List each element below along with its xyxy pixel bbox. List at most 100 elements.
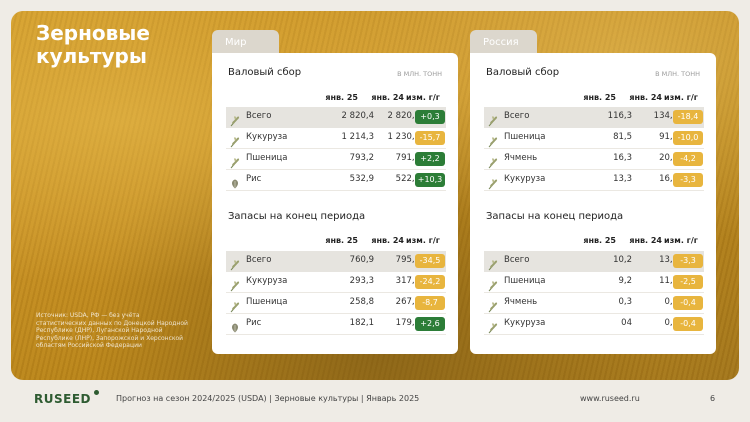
rice-icon: [229, 175, 241, 189]
table-row: Рис 532,9 522,6 +10,3: [226, 170, 446, 191]
change-badge: -18,4: [673, 110, 703, 124]
russia-gross-unit: В МЛН. ТОНН: [655, 70, 700, 78]
world-gross-title: Валовый сбор: [228, 67, 302, 78]
russia-stocks-title: Запасы на конец периода: [486, 211, 624, 222]
table-row: Рис 182,1 179,5 +2,6: [226, 314, 446, 335]
table-row: Пшеница 9,2 11,7 -2,5: [484, 272, 704, 293]
value-jan24: 1 230,0: [387, 132, 420, 142]
value-jan24: 795,4: [395, 255, 420, 265]
value-jan25: 1 214,3: [341, 132, 374, 142]
page-number: 6: [710, 394, 716, 403]
row-label: Пшеница: [504, 132, 546, 142]
table-row: Пшеница 258,8 267,5 -8,7: [226, 293, 446, 314]
value-jan25: 81,5: [613, 132, 632, 142]
footer: RUSEED Прогноз на сезон 2024/2025 (USDA)…: [0, 390, 750, 408]
table-row: Кукуруза 13,3 16,6 -3,3: [484, 170, 704, 191]
page-title-line2: культуры: [36, 44, 147, 68]
russia-card: Валовый сбор В МЛН. ТОНН янв. 25 янв. 24…: [470, 53, 716, 354]
value-jan24: 20,5: [659, 153, 678, 163]
value-jan24: 2 820,1: [387, 111, 420, 121]
wheat-icon: [229, 256, 241, 271]
logo-mark-icon: [94, 390, 99, 395]
wheat-icon: [487, 112, 499, 127]
value-jan24: 16,6: [659, 174, 678, 184]
value-jan25: 16,3: [613, 153, 632, 163]
change-badge: +2,2: [415, 152, 445, 166]
wheat-icon: [229, 277, 241, 292]
value-jan24: 267,5: [395, 297, 420, 307]
table-row: Кукуруза 1 214,3 1 230,0 -15,7: [226, 128, 446, 149]
source-note: Источник: USDA, РФ — без учёта статистич…: [36, 312, 188, 349]
value-jan25: 532,9: [349, 174, 374, 184]
wheat-icon: [487, 298, 499, 313]
row-label: Рис: [246, 318, 262, 328]
wheat-icon: [229, 112, 241, 127]
world-card: Валовый сбор В МЛН. ТОНН янв. 25 янв. 24…: [212, 53, 458, 354]
row-label: Всего: [504, 255, 530, 265]
value-jan24: 179,5: [395, 318, 420, 328]
world-gross-unit: В МЛН. ТОНН: [397, 70, 442, 78]
table-row: Ячмень 16,3 20,5 -4,2: [484, 149, 704, 170]
row-label: Всего: [504, 111, 530, 121]
table-row: Всего 760,9 795,4 -34,5: [226, 251, 446, 272]
change-badge: -0,4: [673, 296, 703, 310]
value-jan25: 258,8: [349, 297, 374, 307]
change-badge: -8,7: [415, 296, 445, 310]
row-label: Ячмень: [504, 153, 538, 163]
world-stocks-title: Запасы на конец периода: [228, 211, 366, 222]
change-badge: -4,2: [673, 152, 703, 166]
wheat-icon: [229, 154, 241, 169]
wheat-icon: [487, 154, 499, 169]
row-label: Кукуруза: [504, 318, 546, 328]
change-badge: -34,5: [415, 254, 445, 268]
change-badge: -3,3: [673, 254, 703, 268]
wheat-icon: [229, 298, 241, 313]
footer-url[interactable]: www.ruseed.ru: [580, 394, 640, 403]
wheat-icon: [229, 133, 241, 148]
russia-gross-title: Валовый сбор: [486, 67, 560, 78]
value-jan24: 0,8: [664, 318, 678, 328]
change-badge: -3,3: [673, 173, 703, 187]
page-title: Зерновые культуры: [36, 22, 206, 68]
value-jan25: 116,3: [607, 111, 632, 121]
value-jan25: 13,3: [613, 174, 632, 184]
table-row: Всего 116,3 134,7 -18,4: [484, 107, 704, 128]
value-jan25: 293,3: [349, 276, 374, 286]
value-jan24: 13,5: [659, 255, 678, 265]
col-header-change: изм. г/г: [664, 236, 698, 245]
footer-caption: Прогноз на сезон 2024/2025 (USDA) | Зерн…: [116, 394, 420, 403]
row-label: Рис: [246, 174, 262, 184]
row-label: Кукуруза: [246, 276, 288, 286]
row-label: Кукуруза: [246, 132, 288, 142]
col-header-jan25: янв. 25: [325, 236, 358, 245]
col-header-jan25: янв. 25: [583, 93, 616, 102]
value-jan24: 317,5: [395, 276, 420, 286]
row-label: Пшеница: [246, 297, 288, 307]
table-row: Всего 2 820,4 2 820,1 +0,3: [226, 107, 446, 128]
row-label: Всего: [246, 111, 272, 121]
value-jan25: 182,1: [349, 318, 374, 328]
value-jan24: 791,0: [395, 153, 420, 163]
wheat-icon: [487, 277, 499, 292]
value-jan24: 0,7: [664, 297, 678, 307]
row-label: Всего: [246, 255, 272, 265]
table-row: Всего 10,2 13,5 -3,3: [484, 251, 704, 272]
row-label: Ячмень: [504, 297, 538, 307]
col-header-change: изм. г/г: [406, 93, 440, 102]
change-badge: +10,3: [415, 173, 445, 187]
change-badge: -0,4: [673, 317, 703, 331]
col-header-jan25: янв. 25: [325, 93, 358, 102]
value-jan24: 91,5: [659, 132, 678, 142]
wheat-icon: [487, 319, 499, 334]
wheat-icon: [487, 256, 499, 271]
change-badge: -2,5: [673, 275, 703, 289]
value-jan24: 11,7: [659, 276, 678, 286]
wheat-icon: [487, 175, 499, 190]
ruseed-logo: RUSEED: [34, 392, 91, 406]
value-jan25: 0,3: [618, 297, 632, 307]
change-badge: -10,0: [673, 131, 703, 145]
value-jan24: 134,7: [653, 111, 678, 121]
change-badge: +0,3: [415, 110, 445, 124]
col-header-jan25: янв. 25: [583, 236, 616, 245]
value-jan25: 9,2: [618, 276, 632, 286]
